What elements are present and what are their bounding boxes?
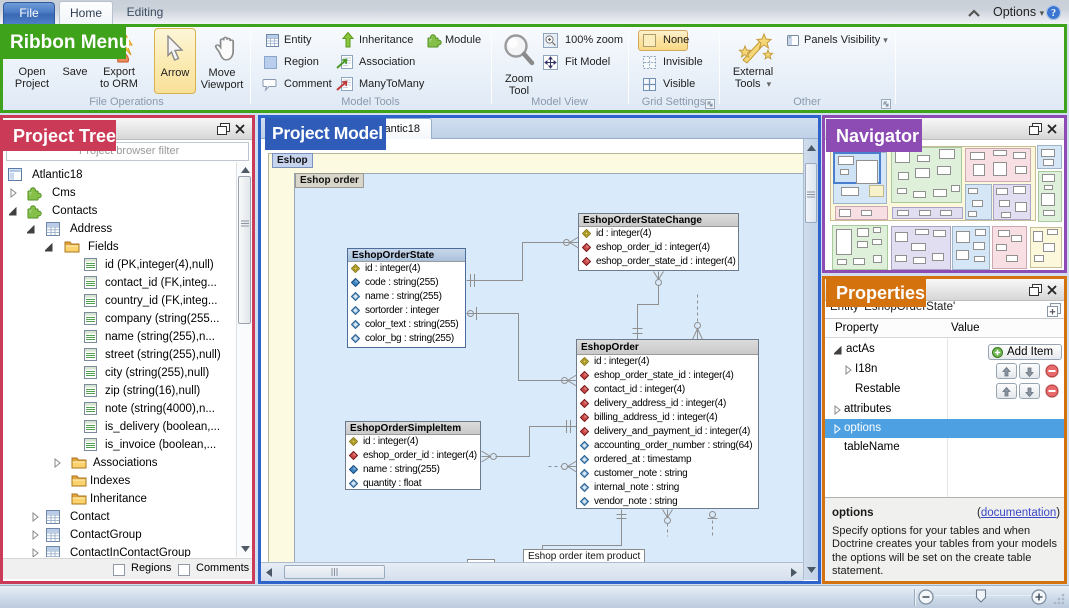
svg-text:?: ? — [1051, 8, 1056, 19]
